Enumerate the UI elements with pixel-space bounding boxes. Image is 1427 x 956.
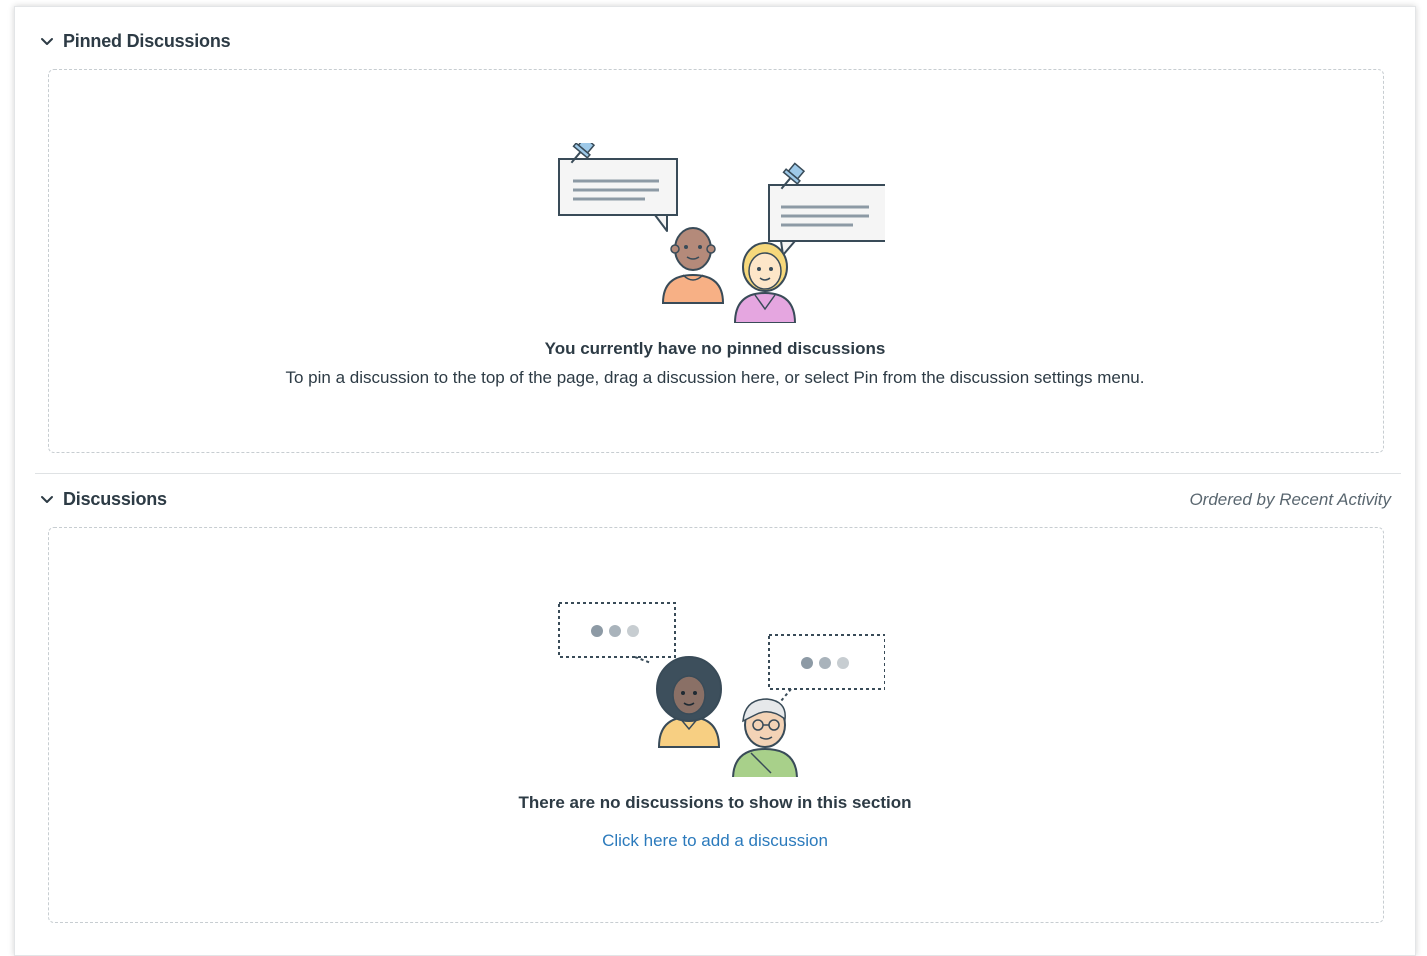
chevron-down-icon xyxy=(41,495,53,503)
add-discussion-link[interactable]: Click here to add a discussion xyxy=(15,831,1415,851)
discussions-section-title: Discussions xyxy=(63,489,167,509)
pinned-section-toggle[interactable]: Pinned Discussions xyxy=(39,31,231,52)
order-label: Ordered by Recent Activity xyxy=(1189,490,1391,509)
pinned-empty-title: You currently have no pinned discussions xyxy=(544,339,886,358)
discussions-page: Pinned Discussions You currently have no… xyxy=(14,6,1416,956)
empty-discussions-illustration xyxy=(558,602,885,777)
section-divider xyxy=(35,473,1401,474)
discussions-section-toggle[interactable]: Discussions xyxy=(39,489,167,510)
pinned-discussions-illustration xyxy=(558,143,885,323)
pinned-section-title: Pinned Discussions xyxy=(63,31,231,51)
chevron-down-icon xyxy=(41,37,53,45)
discussions-empty-title: There are no discussions to show in this… xyxy=(518,793,912,812)
pinned-empty-text: To pin a discussion to the top of the pa… xyxy=(285,368,1145,387)
